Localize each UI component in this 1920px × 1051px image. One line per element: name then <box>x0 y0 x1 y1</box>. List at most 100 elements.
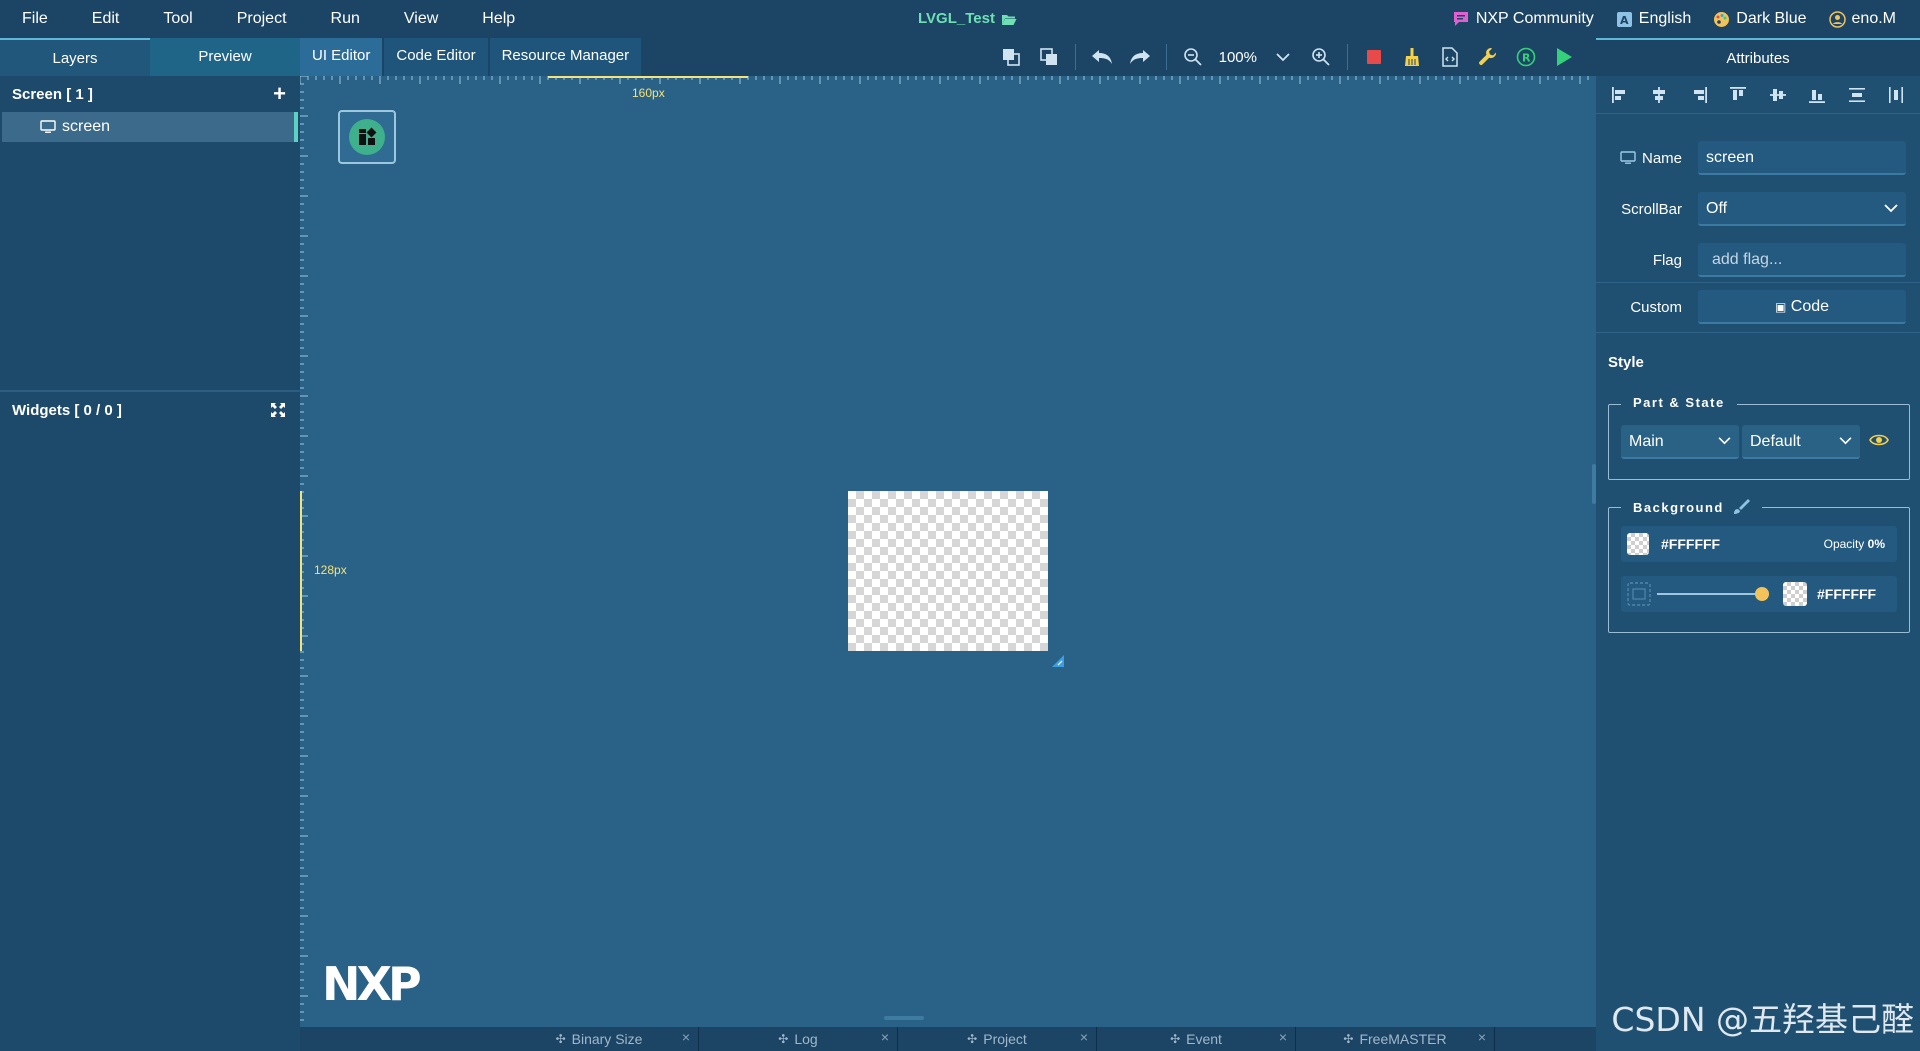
expand-icon[interactable] <box>270 402 286 418</box>
register-button[interactable]: R <box>1514 45 1538 69</box>
zoom-level[interactable]: 100% <box>1219 49 1257 66</box>
gradient-slider-track <box>1657 593 1769 595</box>
name-input[interactable]: screen <box>1698 141 1906 175</box>
zoom-dropdown[interactable] <box>1271 45 1295 69</box>
align-right-button[interactable] <box>1688 84 1710 106</box>
tab-layers[interactable]: Layers <box>0 38 150 76</box>
code-button[interactable]: ▣ Code <box>1698 290 1906 324</box>
bg-color-swatch[interactable] <box>1627 533 1649 555</box>
menubar-right: NXP Community A English Dark Blue eno.M <box>1452 0 1896 38</box>
tab-freemaster[interactable]: ✣ FreeMASTER × <box>1296 1027 1495 1051</box>
menu-file[interactable]: File <box>0 0 70 38</box>
close-icon[interactable]: × <box>682 1029 690 1045</box>
stop-button[interactable] <box>1362 45 1386 69</box>
zoom-in-button[interactable] <box>1309 45 1333 69</box>
language-selector[interactable]: A English <box>1616 10 1691 28</box>
tab-resource-manager[interactable]: Resource Manager <box>489 38 642 76</box>
generate-code-button[interactable] <box>1438 45 1462 69</box>
bg-color-row: #FFFFFF Opacity 0% <box>1621 526 1897 562</box>
bottom-splitter-handle[interactable] <box>884 1016 924 1020</box>
opacity-value: 0% <box>1867 537 1885 551</box>
tab-binary-size[interactable]: ✣ Binary Size × <box>500 1027 699 1051</box>
bg-color-hex[interactable]: #FFFFFF <box>1661 536 1720 552</box>
add-screen-button[interactable]: + <box>273 81 286 107</box>
chevron-down-icon <box>1718 437 1731 445</box>
clean-button[interactable] <box>1400 45 1424 69</box>
resize-handle-icon[interactable] <box>1050 653 1066 669</box>
monitor-icon <box>1620 151 1636 164</box>
redo-button[interactable] <box>1128 45 1152 69</box>
tab-code-editor[interactable]: Code Editor <box>384 38 488 76</box>
build-button[interactable] <box>1476 45 1500 69</box>
undo-button[interactable] <box>1090 45 1114 69</box>
widget-palette-button[interactable] <box>338 110 396 164</box>
part-state-group: Part & State Main Default <box>1608 395 1910 480</box>
align-center-h-button[interactable] <box>1648 84 1670 106</box>
part-select[interactable]: Main <box>1621 425 1739 459</box>
menu-help[interactable]: Help <box>460 0 537 38</box>
opacity-display[interactable]: Opacity 0% <box>1824 537 1885 551</box>
screen-tree-label: screen <box>62 118 111 135</box>
menu-run[interactable]: Run <box>309 0 382 38</box>
tab-event[interactable]: ✣ Event × <box>1097 1027 1296 1051</box>
state-select[interactable]: Default <box>1742 425 1860 459</box>
send-back-button[interactable] <box>1037 45 1061 69</box>
distribute-horizontal-button[interactable] <box>1885 84 1907 106</box>
eye-icon[interactable] <box>1869 433 1889 447</box>
broom-icon <box>1405 48 1419 66</box>
close-icon[interactable]: × <box>1080 1029 1088 1045</box>
gradient-slider-thumb[interactable] <box>1755 587 1769 601</box>
tab-log[interactable]: ✣ Log × <box>699 1027 898 1051</box>
menu-tool[interactable]: Tool <box>141 0 214 38</box>
tab-preview[interactable]: Preview <box>150 38 300 76</box>
ruler-width-label: 160px <box>632 86 665 100</box>
user-menu[interactable]: eno.M <box>1828 10 1896 28</box>
ruler-horizontal <box>300 76 1589 84</box>
scrollbar-label: ScrollBar <box>1621 200 1682 218</box>
theme-selector[interactable]: Dark Blue <box>1713 10 1807 28</box>
align-top-button[interactable] <box>1727 84 1749 106</box>
divider <box>1596 332 1920 333</box>
drag-icon: ✣ <box>778 1032 789 1046</box>
close-icon[interactable]: × <box>881 1029 889 1045</box>
distribute-vertical-button[interactable] <box>1846 84 1868 106</box>
screen-preview-area[interactable] <box>848 491 1048 651</box>
menu-project[interactable]: Project <box>215 0 309 38</box>
zoom-out-button[interactable] <box>1181 45 1205 69</box>
name-label: Name <box>1596 150 1696 167</box>
send-back-icon <box>1039 48 1057 65</box>
gradient-slider[interactable] <box>1657 584 1769 604</box>
align-bottom-button[interactable] <box>1806 84 1828 106</box>
flag-input[interactable]: add flag... <box>1698 243 1906 277</box>
tab-project[interactable]: ✣ Project × <box>898 1027 1097 1051</box>
gradient-image-icon[interactable] <box>1627 582 1651 606</box>
design-canvas[interactable]: 160px 128px NXP <box>300 76 1596 1027</box>
opacity-label: Opacity <box>1823 537 1865 551</box>
close-icon[interactable]: × <box>1279 1029 1287 1045</box>
theme-label: Dark Blue <box>1736 10 1807 27</box>
scrollbar-select[interactable]: Off <box>1698 192 1906 226</box>
align-left-button[interactable] <box>1609 84 1631 106</box>
menu-view[interactable]: View <box>382 0 460 38</box>
align-middle-button[interactable] <box>1767 84 1789 106</box>
undo-icon <box>1091 50 1112 64</box>
gradient-color-hex[interactable]: #FFFFFF <box>1817 586 1876 602</box>
run-button[interactable] <box>1552 45 1576 69</box>
style-section-title: Style <box>1608 354 1644 371</box>
gradient-row: #FFFFFF <box>1621 576 1897 612</box>
monitor-icon <box>40 120 56 133</box>
drag-icon: ✣ <box>967 1032 978 1046</box>
editor-toolbar: 100% R <box>999 38 1596 76</box>
flag-label: Flag <box>1652 251 1682 269</box>
nxp-community-link[interactable]: NXP Community <box>1452 10 1594 28</box>
screen-tree-item[interactable]: screen <box>2 112 298 142</box>
app-title[interactable]: LVGL_Test <box>918 0 1017 38</box>
close-icon[interactable]: × <box>1478 1029 1486 1045</box>
chevron-down-icon <box>1839 437 1852 445</box>
bring-front-button[interactable] <box>999 45 1023 69</box>
tab-event-label: Event <box>1186 1031 1222 1047</box>
menu-edit[interactable]: Edit <box>70 0 142 38</box>
tab-ui-editor[interactable]: UI Editor <box>300 38 383 76</box>
gradient-color-swatch[interactable] <box>1783 582 1807 606</box>
name-label-text: Name <box>1641 149 1682 167</box>
